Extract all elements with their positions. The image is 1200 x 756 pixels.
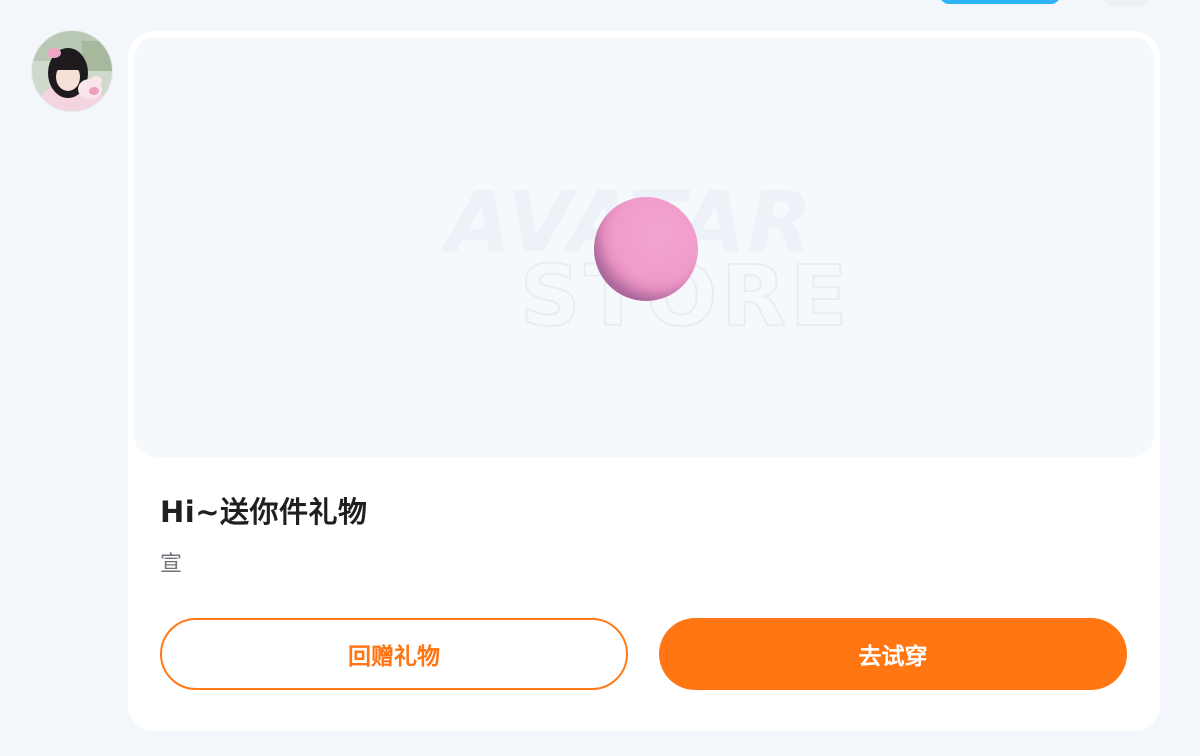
gift-message-page: AVATAR STORE Hi~送你件礼物 宣 回赠礼物 去试穿 [0, 0, 1200, 756]
sender-name: 宣 [160, 552, 183, 577]
return-gift-button[interactable]: 回赠礼物 [160, 618, 628, 690]
top-secondary-pill[interactable] [1104, 0, 1150, 6]
sender-avatar[interactable] [32, 31, 112, 111]
gift-message-title: Hi~送你件礼物 [160, 495, 368, 529]
gift-item-preview[interactable]: AVATAR STORE [134, 37, 1154, 457]
gift-item-ball [594, 197, 698, 301]
top-action-pill[interactable] [940, 0, 1060, 4]
try-on-button[interactable]: 去试穿 [659, 618, 1127, 690]
avatar-image [32, 31, 112, 111]
gift-card: AVATAR STORE Hi~送你件礼物 宣 回赠礼物 去试穿 [128, 31, 1160, 731]
